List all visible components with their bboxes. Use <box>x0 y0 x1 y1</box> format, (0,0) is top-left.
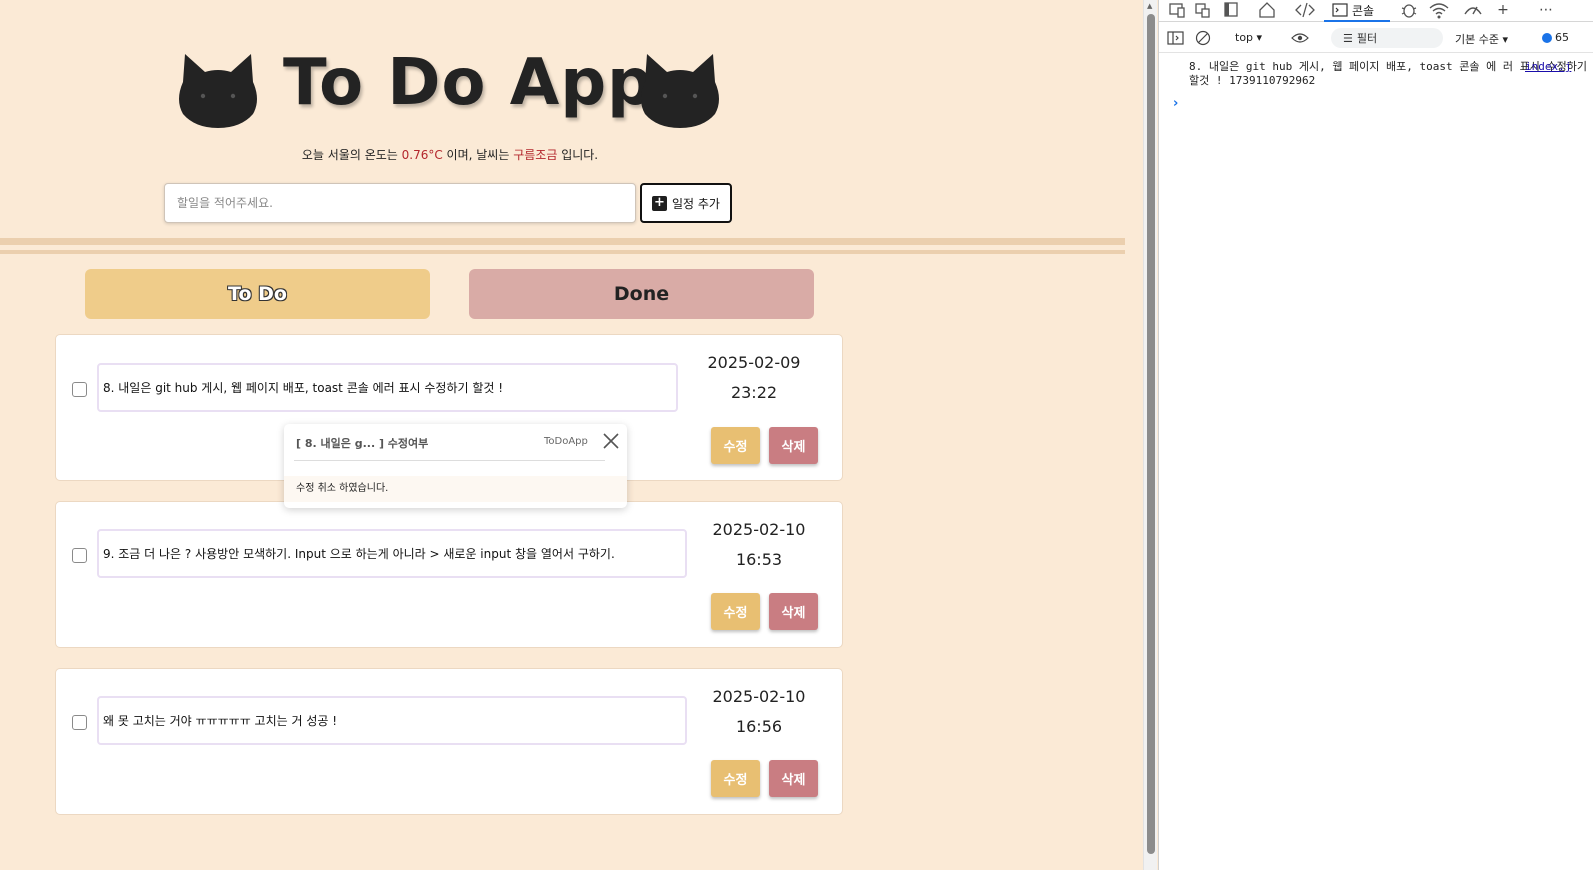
weather-condition: 구름조금 <box>513 148 558 162</box>
weather-info: 오늘 서울의 온도는 0.76°C 이며, 날씨는 구름조금 입니다. <box>0 146 900 163</box>
todo-time: 16:53 <box>735 550 783 569</box>
console-tab-label: 콘솔 <box>1352 3 1375 18</box>
todo-checkbox[interactable] <box>72 382 87 397</box>
todo-datetime: 2025-02-10 16:53 <box>699 515 819 575</box>
cat-icon <box>179 54 257 128</box>
delete-button[interactable]: 삭제 <box>769 593 818 630</box>
log-level-select[interactable]: 기본 수준 ▾ <box>1455 31 1508 47</box>
scrollbar-thumb[interactable] <box>1147 14 1155 854</box>
todo-date: 2025-02-10 <box>712 520 806 539</box>
todo-checkbox[interactable] <box>72 715 87 730</box>
todo-input[interactable] <box>164 183 636 223</box>
divider <box>0 250 1125 254</box>
clear-console-icon[interactable] <box>1195 30 1211 46</box>
todo-datetime: 2025-02-10 16:56 <box>699 682 819 742</box>
weather-prefix: 오늘 서울의 온도는 <box>301 148 402 162</box>
inspect-icon[interactable] <box>1191 0 1215 20</box>
todo-time: 23:22 <box>730 383 778 402</box>
weather-mid: 이며, 날씨는 <box>442 148 514 162</box>
close-icon[interactable] <box>600 430 622 452</box>
console-icon <box>1332 3 1348 17</box>
delete-button[interactable]: 삭제 <box>769 760 818 797</box>
performance-icon[interactable] <box>1461 0 1485 20</box>
todo-app-viewport: To Do App 오늘 서울의 온도는 0.76°C 이며, 날씨는 구름조금… <box>0 0 1143 870</box>
bug-icon[interactable] <box>1397 0 1421 20</box>
issues-icon <box>1542 32 1552 43</box>
toast-notification: [ 8. 내일은 g... ] 수정여부 ToDoApp 수정 취소 하였습니다… <box>284 424 627 508</box>
console-log-source-link[interactable]: index.j <box>1525 60 1571 73</box>
app-title: To Do App <box>283 46 654 120</box>
device-toggle-icon[interactable] <box>1165 0 1189 20</box>
edit-button[interactable]: 수정 <box>711 760 760 797</box>
weather-suffix: 입니다. <box>557 148 599 162</box>
console-prompt-icon[interactable]: › <box>1173 96 1178 111</box>
console-toolbar: top ▾ ☰ 필터 기본 수준 ▾ 65 <box>1159 23 1593 53</box>
dock-icon[interactable] <box>1219 0 1243 20</box>
scroll-up-arrow-icon[interactable]: ▲ <box>1147 2 1152 10</box>
filter-icon: ☰ <box>1343 31 1353 45</box>
page-scrollbar[interactable]: ▲ <box>1143 0 1157 870</box>
context-select[interactable]: top ▾ <box>1235 31 1262 44</box>
console-filter-input[interactable]: ☰ 필터 <box>1331 28 1443 48</box>
tab-console[interactable]: 콘솔 <box>1324 0 1390 22</box>
add-todo-label: 일정 추가 <box>672 196 720 211</box>
todo-card: 9. 조금 더 나은 ? 사용방안 모색하기. Input 으로 하는게 아니라… <box>55 501 843 648</box>
edit-button[interactable]: 수정 <box>711 427 760 464</box>
eye-icon[interactable] <box>1291 31 1309 45</box>
context-select-value: top <box>1235 31 1254 44</box>
plus-icon: + <box>652 195 667 211</box>
toast-title: [ 8. 내일은 g... ] 수정여부 <box>296 437 429 450</box>
log-level-value: 기본 수준 <box>1455 33 1499 46</box>
toast-app-name: ToDoApp <box>544 436 588 447</box>
todo-time: 16:56 <box>735 717 783 736</box>
devtools-tabbar: 콘솔 + ⋯ <box>1159 0 1593 22</box>
filter-placeholder: 필터 <box>1356 32 1378 45</box>
tab-done[interactable]: Done <box>469 269 814 319</box>
todo-card: 왜 못 고치는 거야 ㅠㅠㅠㅠㅠ 고치는 거 성공 ! 2025-02-10 1… <box>55 668 843 815</box>
toast-divider <box>294 460 605 461</box>
todo-datetime: 2025-02-09 23:22 <box>694 348 814 408</box>
todo-date: 2025-02-10 <box>712 687 806 706</box>
todo-text-field[interactable]: 8. 내일은 git hub 게시, 웹 페이지 배포, toast 콘솔 에러… <box>97 363 678 412</box>
wifi-icon[interactable] <box>1427 0 1451 20</box>
todo-text-field[interactable]: 9. 조금 더 나은 ? 사용방안 모색하기. Input 으로 하는게 아니라… <box>97 529 687 578</box>
toast-body: 수정 취소 하였습니다. <box>284 476 627 502</box>
divider <box>0 238 1125 245</box>
issues-counter[interactable]: 65 <box>1542 31 1569 44</box>
add-tab-icon[interactable]: + <box>1491 0 1515 20</box>
add-todo-button[interactable]: + 일정 추가 <box>640 183 732 223</box>
devtools-panel: 콘솔 + ⋯ top ▾ ☰ 필터 기본 수준 ▾ 65 8. 내일은 git h… <box>1158 0 1593 870</box>
todo-checkbox[interactable] <box>72 548 87 563</box>
delete-button[interactable]: 삭제 <box>769 427 818 464</box>
todo-date: 2025-02-09 <box>707 353 801 372</box>
sidebar-toggle-icon[interactable] <box>1167 30 1185 46</box>
home-icon[interactable] <box>1255 0 1279 20</box>
elements-icon[interactable] <box>1293 0 1317 20</box>
tab-todo[interactable]: To Do <box>85 269 430 319</box>
issues-count: 65 <box>1555 31 1569 44</box>
todo-text-field[interactable]: 왜 못 고치는 거야 ㅠㅠㅠㅠㅠ 고치는 거 성공 ! <box>97 696 687 745</box>
cat-icon <box>641 54 719 128</box>
weather-temperature: 0.76°C <box>401 148 443 162</box>
edit-button[interactable]: 수정 <box>711 593 760 630</box>
more-icon[interactable]: ⋯ <box>1534 0 1558 20</box>
app-header: To Do App <box>175 44 730 136</box>
